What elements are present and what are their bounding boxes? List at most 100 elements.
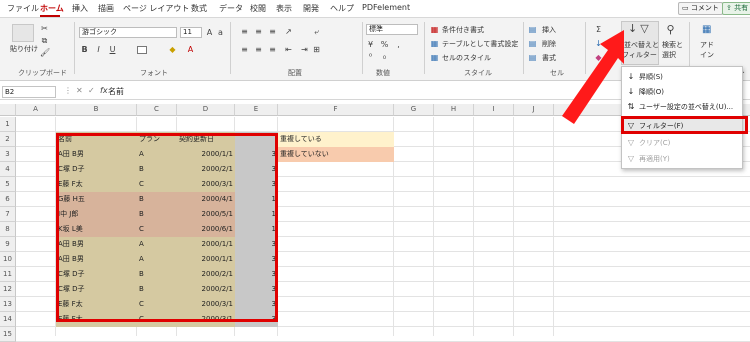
border-icon[interactable]: [137, 46, 147, 54]
row-header[interactable]: 12: [0, 282, 16, 297]
column-header[interactable]: A: [16, 104, 56, 116]
search-icon[interactable]: ⚲: [666, 24, 675, 35]
find-select-label1[interactable]: 検索と: [662, 40, 683, 50]
decrease-decimal-icon[interactable]: ₀: [380, 52, 389, 61]
row-header[interactable]: 6: [0, 192, 16, 207]
merge-cells-icon[interactable]: ⊞: [312, 45, 321, 54]
column-header[interactable]: B: [56, 104, 137, 116]
tab-review[interactable]: 校閲: [250, 3, 266, 14]
clear-filter-item[interactable]: ▽ クリア(C): [623, 136, 742, 150]
select-all-corner[interactable]: [0, 104, 16, 116]
align-center-icon[interactable]: ≡: [254, 45, 263, 54]
increase-decimal-icon[interactable]: ⁰: [366, 52, 375, 61]
row-header[interactable]: 1: [0, 117, 16, 132]
italic-icon[interactable]: I: [94, 45, 103, 54]
cancel-icon[interactable]: ✕: [76, 86, 83, 95]
tab-home[interactable]: ホーム: [40, 3, 64, 14]
row-header[interactable]: 11: [0, 267, 16, 282]
tab-view[interactable]: 表示: [276, 3, 292, 14]
indent-icon[interactable]: ⇤: [284, 45, 293, 54]
paste-icon[interactable]: [12, 24, 34, 42]
align-left-icon[interactable]: ≡: [240, 45, 249, 54]
reapply-filter-item[interactable]: ▽ 再適用(Y): [623, 152, 742, 166]
cut-icon[interactable]: ✂: [40, 24, 49, 33]
row-header[interactable]: 7: [0, 207, 16, 222]
currency-icon[interactable]: ¥: [366, 40, 375, 49]
format-button[interactable]: 書式: [542, 53, 556, 63]
find-select-label2[interactable]: 選択: [662, 50, 676, 60]
legend-not-duplicate[interactable]: 重複していない: [278, 147, 394, 162]
column-header[interactable]: E: [235, 104, 278, 116]
tab-formulas[interactable]: 数式: [191, 3, 207, 14]
percent-icon[interactable]: %: [380, 40, 389, 49]
row-header[interactable]: 8: [0, 222, 16, 237]
row-header[interactable]: 13: [0, 297, 16, 312]
table-format-icon[interactable]: ▦: [430, 39, 439, 48]
copy-icon[interactable]: ⧉: [40, 36, 49, 45]
font-name-select[interactable]: 游ゴシック: [79, 27, 177, 38]
legend-duplicate[interactable]: 重複している: [278, 132, 394, 147]
tab-pdfelement[interactable]: PDFelement: [362, 3, 410, 12]
row-header[interactable]: 9: [0, 237, 16, 252]
insert-cells-icon[interactable]: ▤: [528, 25, 537, 34]
name-box[interactable]: B2: [2, 86, 56, 98]
column-header[interactable]: H: [434, 104, 474, 116]
row-header[interactable]: 10: [0, 252, 16, 267]
outdent-icon[interactable]: ⇥: [300, 45, 309, 54]
row-header[interactable]: 5: [0, 177, 16, 192]
font-grow-icon[interactable]: A: [205, 28, 214, 37]
number-format-select[interactable]: 標準: [366, 24, 418, 35]
row-header[interactable]: 3: [0, 147, 16, 162]
align-bottom-icon[interactable]: ≡: [268, 27, 277, 36]
row-header[interactable]: 15: [0, 327, 16, 342]
column-header[interactable]: F: [278, 104, 394, 116]
tab-draw[interactable]: 描画: [98, 3, 114, 14]
row-header[interactable]: 2: [0, 132, 16, 147]
custom-sort-item[interactable]: ⇅ ユーザー設定の並べ替え(U)...: [623, 100, 742, 114]
addin-icon[interactable]: ▦: [702, 25, 711, 35]
sort-descending-item[interactable]: ↓ 降順(O): [623, 85, 742, 99]
insert-button[interactable]: 挿入: [542, 25, 556, 35]
align-top-icon[interactable]: ≡: [240, 27, 249, 36]
row-header[interactable]: 4: [0, 162, 16, 177]
tab-help[interactable]: ヘルプ: [330, 3, 354, 14]
format-painter-icon[interactable]: 🖌: [40, 48, 50, 57]
column-header[interactable]: D: [177, 104, 235, 116]
column-header[interactable]: G: [394, 104, 434, 116]
column-header[interactable]: I: [474, 104, 514, 116]
comma-icon[interactable]: ,: [394, 40, 403, 49]
sort-ascending-item[interactable]: ↓ 昇順(S): [623, 70, 742, 84]
conditional-format-button[interactable]: 条件付き書式: [442, 25, 484, 35]
formula-input[interactable]: 名前: [108, 86, 124, 97]
bold-icon[interactable]: B: [80, 45, 89, 54]
cell-style-button[interactable]: セルのスタイル: [442, 53, 491, 63]
tab-file[interactable]: ファイル: [7, 3, 39, 14]
column-header[interactable]: C: [137, 104, 177, 116]
font-shrink-icon[interactable]: a: [216, 28, 225, 37]
column-header[interactable]: J: [514, 104, 554, 116]
align-right-icon[interactable]: ≡: [268, 45, 277, 54]
row-header[interactable]: 14: [0, 312, 16, 327]
addin-label1[interactable]: アド: [700, 40, 714, 50]
format-cells-icon[interactable]: ▤: [528, 53, 537, 62]
wrap-text-icon[interactable]: ⤶: [312, 27, 321, 36]
orientation-icon[interactable]: ↗: [284, 27, 293, 36]
comment-button[interactable]: ▭ コメント: [678, 2, 723, 15]
align-middle-icon[interactable]: ≡: [254, 27, 263, 36]
fill-color-icon[interactable]: ◆: [168, 45, 177, 54]
tab-data[interactable]: データ: [219, 3, 243, 14]
tab-page-layout[interactable]: ページ レイアウト: [123, 3, 189, 14]
cell-style-icon[interactable]: ▦: [430, 53, 439, 62]
paste-label[interactable]: 貼り付け: [10, 44, 38, 54]
underline-icon[interactable]: U: [108, 45, 117, 54]
tab-developer[interactable]: 開発: [303, 3, 319, 14]
share-button[interactable]: ⇪ 共有: [722, 2, 750, 15]
addin-label2[interactable]: イン: [700, 50, 714, 60]
fx-icon[interactable]: fx: [100, 86, 108, 95]
delete-button[interactable]: 削除: [542, 39, 556, 49]
font-size-select[interactable]: 11: [180, 27, 202, 38]
enter-icon[interactable]: ✓: [88, 86, 95, 95]
table-format-button[interactable]: テーブルとして書式設定: [442, 39, 518, 49]
conditional-format-icon[interactable]: ▦: [430, 25, 439, 34]
tab-insert[interactable]: 挿入: [72, 3, 88, 14]
